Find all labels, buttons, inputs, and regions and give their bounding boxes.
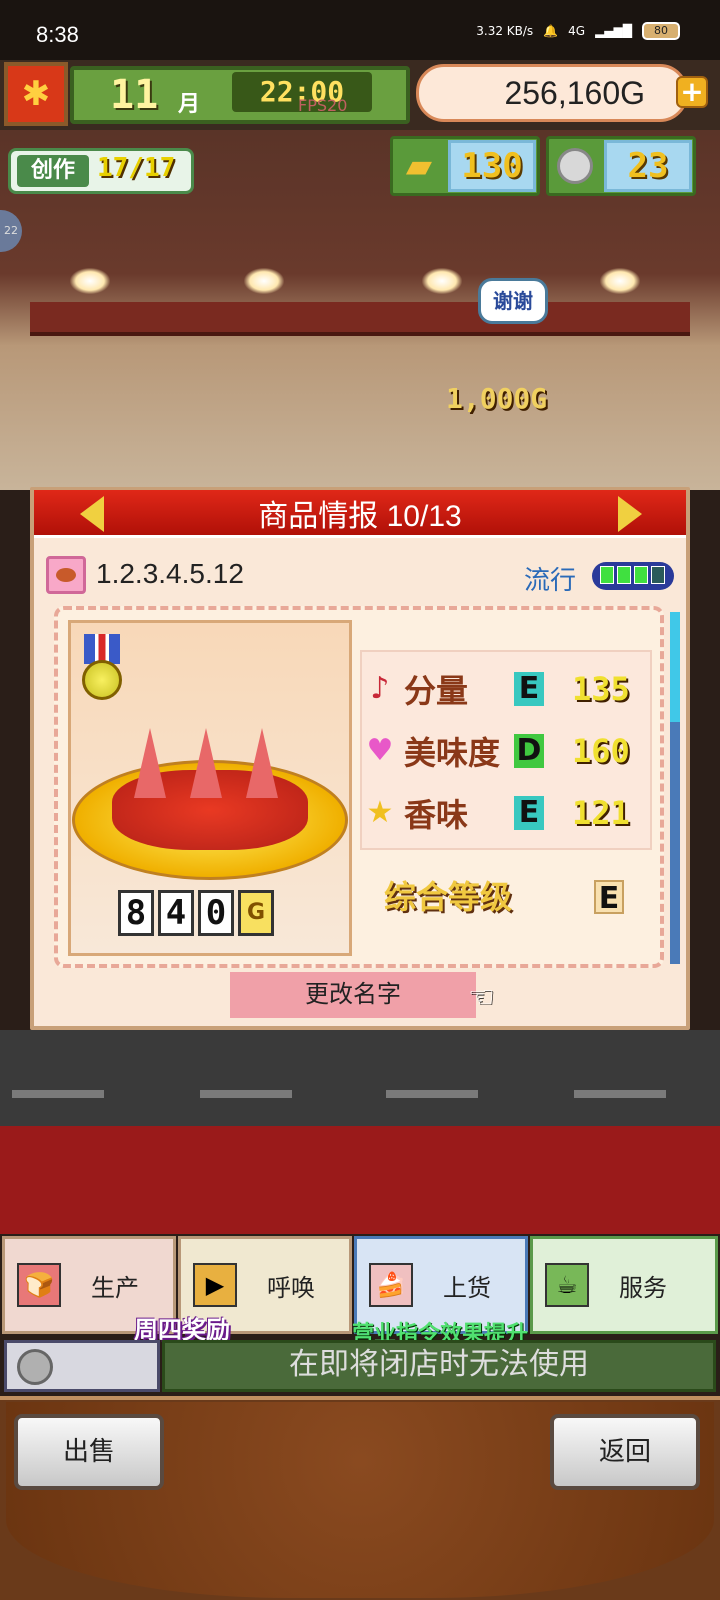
scrollbar-thumb[interactable] (670, 612, 680, 722)
status-bar: 8:38 3.32 KB/s 🔔 4G ▂▄▆█ 80 (0, 0, 720, 60)
medal-icon (82, 660, 122, 700)
gold-bar-icon: ▰ (405, 146, 433, 186)
lamp-light (600, 268, 640, 294)
battery-icon: 80 (642, 22, 680, 40)
road-marking (200, 1090, 292, 1098)
stat-value: 160 (572, 732, 630, 770)
stat-row-aroma: ★ 香味 E 121 (362, 784, 630, 842)
money-popup: 1,000G (446, 382, 548, 415)
coin-icon (550, 140, 600, 192)
lamp-light (422, 268, 462, 294)
rename-button[interactable]: 更改名字 (230, 972, 476, 1018)
gold-bar-count: 130 (448, 140, 536, 192)
bell-icon: 🔔 (543, 24, 559, 38)
coin-count: 23 (604, 140, 692, 192)
network-label: 4G (568, 24, 586, 38)
bread-icon: 🍞 (17, 1263, 61, 1307)
price-unit: G (238, 890, 274, 936)
lamp-light (70, 268, 110, 294)
next-arrow-icon[interactable] (618, 496, 642, 532)
shop-awning (30, 302, 690, 336)
add-money-button[interactable]: + (676, 76, 708, 108)
net-speed: 3.32 KB/s (476, 24, 534, 38)
stat-name: 美味度 (404, 735, 501, 771)
stat-row-portion: ♪ 分量 E 135 (362, 660, 630, 718)
road-marking (12, 1090, 104, 1098)
month-value: 11 (110, 72, 159, 118)
stat-name: 香味 (404, 797, 469, 833)
speech-bubble: 谢谢 (478, 278, 548, 324)
pointing-hand-icon: ☜ (468, 980, 495, 1015)
overall-grade: E (594, 880, 624, 916)
red-carpet (0, 1126, 720, 1234)
coffee-icon: ☕ (545, 1263, 589, 1307)
stat-name: 分量 (404, 673, 469, 709)
trend-segment (634, 566, 648, 584)
back-button[interactable]: 返回 (550, 1414, 700, 1490)
money-display: 256,160G (416, 64, 688, 122)
pastry-cone (134, 728, 166, 798)
sell-button[interactable]: 出售 (14, 1414, 164, 1490)
coin-slot[interactable] (4, 1340, 160, 1392)
road-marking (574, 1090, 666, 1098)
prev-arrow-icon[interactable] (80, 496, 104, 532)
product-name: 1.2.3.4.5.12 (96, 558, 244, 589)
lamp-light (244, 268, 284, 294)
coin-icon (17, 1349, 53, 1385)
stat-grade: E (514, 796, 544, 830)
stat-grade: E (514, 672, 544, 706)
trend-segment (617, 566, 631, 584)
music-note-icon: ♪ (370, 671, 390, 706)
create-counter[interactable]: 创作 17/17 (8, 148, 194, 194)
call-label: 呼唤 (267, 1275, 315, 1302)
stat-row-taste: ♥ 美味度 D 160 (362, 722, 630, 780)
price-digit: 0 (198, 890, 234, 936)
price-digit: 4 (158, 890, 194, 936)
panel-title: 商品情报 10/13 (258, 499, 462, 533)
service-button[interactable]: ☕ 服务 (530, 1236, 718, 1334)
product-category-icon (46, 556, 86, 594)
overall-label: 综合等级 (384, 879, 513, 915)
closed-notice: 在即将闭店时无法使用 (162, 1340, 716, 1392)
panel-header: 商品情报 10/13 (34, 490, 686, 538)
service-label: 服务 (619, 1275, 667, 1302)
stat-value: 121 (572, 794, 630, 832)
stat-grade: D (514, 734, 544, 768)
megaphone-icon: ▶ (193, 1263, 237, 1307)
price-digit: 8 (118, 890, 154, 936)
pastry-cone (246, 728, 278, 798)
restock-label: 上货 (443, 1275, 491, 1302)
signal-icon: ▂▄▆█ (595, 24, 632, 38)
trend-label: 流行 (524, 566, 577, 596)
month-unit: 月 (178, 92, 201, 117)
produce-label: 生产 (91, 1275, 139, 1302)
stat-value: 135 (572, 670, 630, 708)
scrollbar[interactable] (670, 612, 680, 964)
heart-icon: ♥ (366, 733, 394, 768)
road (0, 1030, 720, 1126)
pastry-cone (190, 728, 222, 798)
maple-leaf-icon[interactable]: ✱ (4, 62, 68, 126)
trend-segment (651, 566, 665, 584)
status-time: 8:38 (36, 22, 79, 47)
price-display: 8 4 0 G (118, 890, 274, 936)
trend-meter (592, 562, 674, 590)
create-count: 17/17 (97, 153, 176, 183)
cake-icon: 🍰 (369, 1263, 413, 1307)
create-label: 创作 (17, 155, 89, 187)
status-icons: 3.32 KB/s 🔔 4G ▂▄▆█ 80 (476, 22, 680, 40)
road-marking (386, 1090, 478, 1098)
star-icon: ★ (366, 795, 394, 830)
trend-segment (600, 566, 614, 584)
fps-counter: FPS20 (298, 96, 348, 115)
